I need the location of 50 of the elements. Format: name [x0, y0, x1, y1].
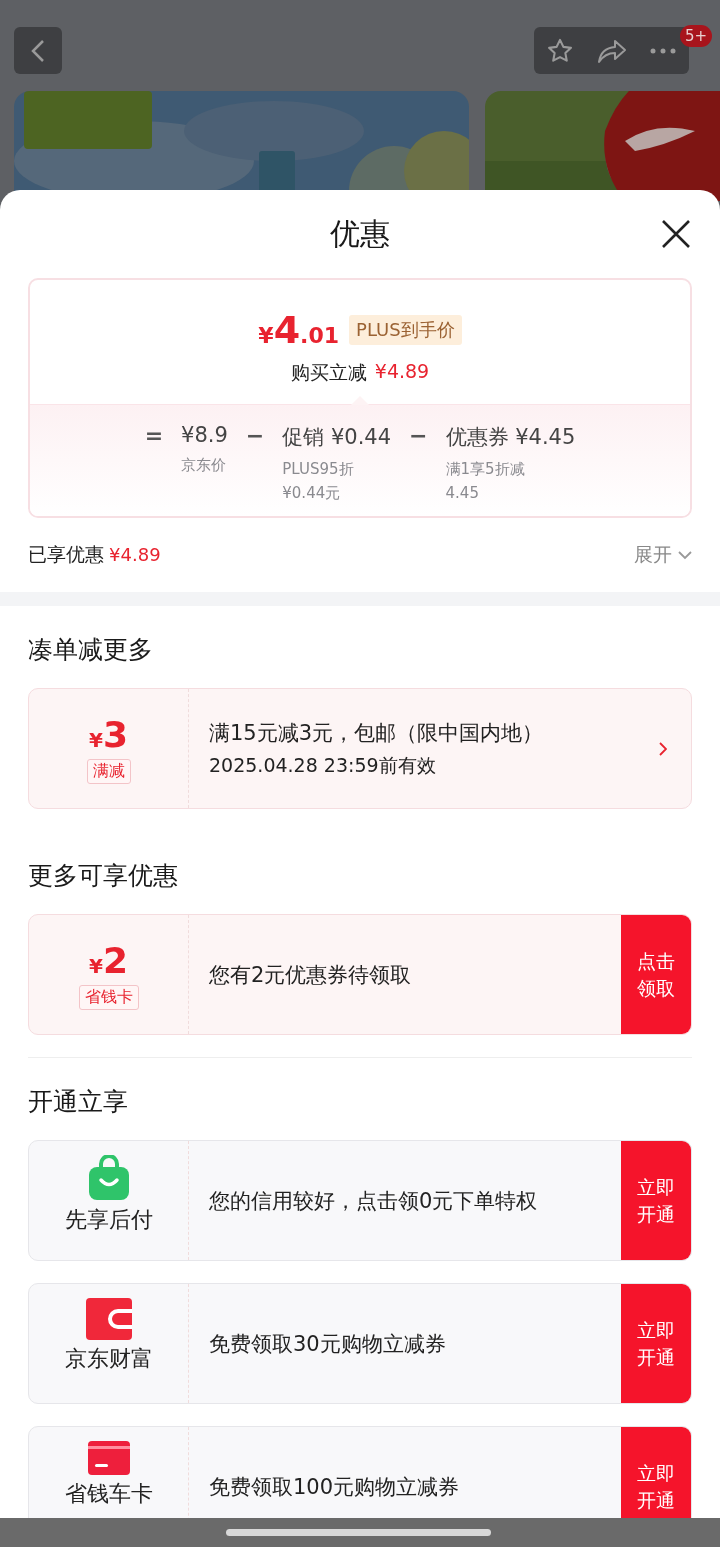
coupon-amount: ¥3 [89, 713, 128, 755]
chevron-right-icon [659, 741, 667, 756]
offer-text: 满15元减3元，包邮（限中国内地） [209, 719, 545, 747]
validity-text: 2025.04.28 23:59前有效 [209, 752, 437, 778]
operator-sign: − [409, 423, 428, 448]
action-button[interactable]: 立即开通 [621, 1141, 691, 1260]
section-title: 开通立享 [28, 1086, 128, 1118]
wallet-icon [85, 1298, 132, 1340]
offer-text: 免费领取30元购物立减券 [209, 1330, 447, 1358]
operator-sign: = [144, 423, 164, 448]
offer-text: 免费领取100元购物立减券 [209, 1473, 461, 1501]
price-term: 优惠券 ¥4.45 [445, 424, 576, 451]
enjoyed-value: ¥4.89 [109, 544, 161, 565]
service-name: 先享后付 [64, 1206, 153, 1234]
star-icon [545, 36, 574, 65]
sheet-title: 优惠 [330, 214, 390, 253]
expand-toggle[interactable]: 展开 [634, 542, 692, 568]
service-name: 省钱车卡 [64, 1480, 153, 1508]
close-button[interactable] [660, 218, 692, 250]
price-tag: PLUS到手价 [349, 315, 462, 345]
offer-text: 您的信用较好，点击领0元下单特权 [209, 1187, 539, 1215]
card-icon [87, 1441, 130, 1475]
price-term: 促销 ¥0.44 [282, 424, 392, 451]
term-note: 满1享5折减4.45 [445, 459, 526, 504]
term-note: 京东价 [181, 455, 228, 476]
close-icon [660, 218, 692, 250]
more-icon [650, 47, 677, 54]
coupon-tag: 满减 [86, 758, 131, 784]
term-note: PLUS95折 ¥0.44元 [282, 459, 355, 504]
price-term: ¥8.9 [181, 423, 228, 447]
section-title: 更多可享优惠 [28, 860, 178, 892]
back-button[interactable] [14, 27, 62, 74]
notification-badge: 5+ [679, 25, 712, 47]
chevron-down-icon [678, 550, 692, 560]
action-button[interactable]: 立即开通 [621, 1284, 691, 1403]
coupon-amount: ¥2 [89, 939, 128, 981]
saving-label: 购买立减 [290, 360, 367, 385]
operator-sign: − [245, 423, 265, 448]
share-icon [596, 37, 627, 64]
shopping-bag-icon [87, 1155, 130, 1201]
service-name: 京东财富 [64, 1345, 153, 1373]
back-icon [31, 38, 45, 63]
action-button[interactable]: 立即开通 [621, 1427, 691, 1518]
section-title: 凑单减更多 [28, 634, 153, 666]
final-price: ¥4.01 [258, 308, 340, 352]
offer-text: 您有2元优惠券待领取 [209, 961, 413, 989]
coupon-tag: 省钱卡 [78, 984, 139, 1010]
action-button[interactable]: 点击领取 [621, 915, 691, 1034]
saving-value: ¥4.89 [374, 360, 430, 384]
enjoyed-label: 已享优惠 [28, 543, 104, 565]
